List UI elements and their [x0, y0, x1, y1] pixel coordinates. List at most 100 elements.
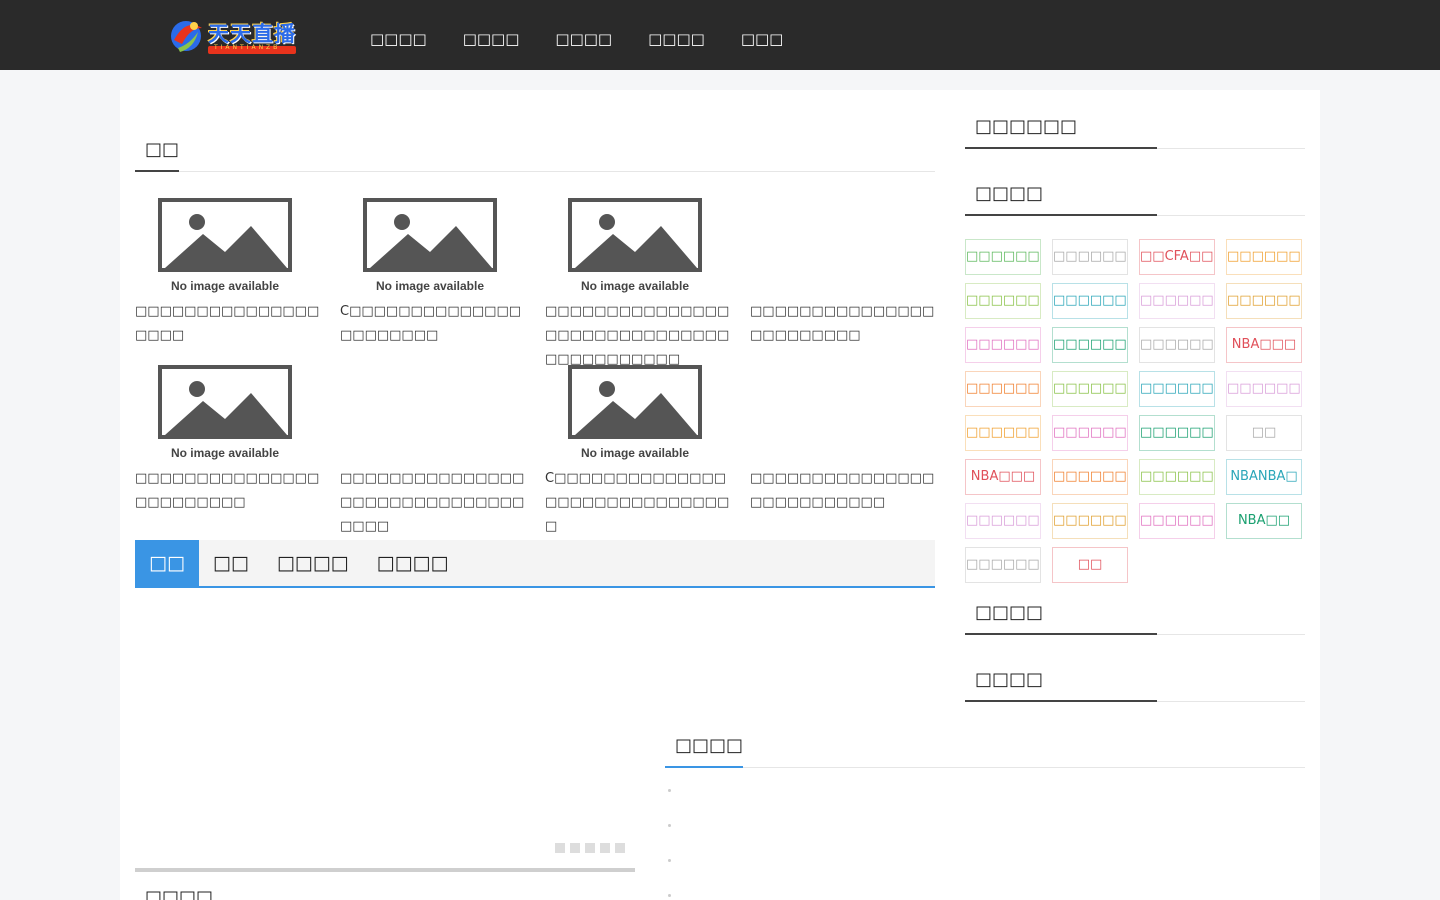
no-image-placeholder-icon[interactable]: No image available	[360, 198, 500, 294]
sidebar-section-title: □□□□	[965, 601, 1157, 635]
main-section-header: □□	[135, 136, 935, 172]
article-card[interactable]: □□□□□□□□□□□□□□□□□□□□□□□□□□□□□□□□□□	[340, 365, 525, 539]
no-image-placeholder-icon[interactable]: No image available	[155, 198, 295, 294]
tag-link[interactable]: □□□□□□□□□	[1139, 327, 1215, 363]
article-title[interactable]: □□□□□□□□□□□□□□□□□□□□□□□□	[135, 467, 320, 515]
tag-link[interactable]: □□□□□□□	[965, 503, 1041, 539]
tag-link[interactable]: □□	[1226, 415, 1302, 451]
tag-link[interactable]: □□□□□□□□□	[1052, 415, 1128, 451]
article-title[interactable]: C□□□□□□□□□□□□□□□□□□□□□□	[340, 300, 525, 348]
article-card[interactable]: □□□□□□□□□□□□□□□□□□□□□□□□□□	[750, 365, 935, 515]
slider-dots	[555, 843, 625, 853]
slider-bar	[135, 868, 635, 872]
slider-dot[interactable]	[570, 843, 580, 853]
sidebar-section-title: □□□□	[965, 182, 1157, 216]
sidebar-section-title: □□□□	[965, 668, 1157, 702]
tag-link[interactable]: □□	[1052, 547, 1128, 583]
nav-item-4[interactable]: □□□□	[630, 0, 723, 70]
article-title[interactable]: □□□□□□□□□□□□□□□□□□□□□□□□□□□□□□□□□□	[340, 467, 525, 539]
nav-item-1[interactable]: □□□□	[352, 0, 445, 70]
image-slider	[135, 600, 635, 872]
tag-link[interactable]: □□□□□□□	[1052, 283, 1128, 319]
category-tabs: □□ □□ □□□□ □□□□	[135, 540, 935, 588]
tab-4[interactable]: □□□□	[363, 540, 463, 586]
tab-2[interactable]: □□	[199, 540, 263, 586]
article-title[interactable]: □□□□□□□□□□□□□□□□□□□□□□□□□□□□□□□□□□□□□□□□…	[545, 300, 730, 372]
image-spacer	[750, 365, 935, 461]
logo-emblem-icon	[171, 21, 202, 52]
sidebar-section-3: □□□□	[965, 596, 1305, 635]
article-card[interactable]: No image available □□□□□□□□□□□□□□□□□□□□□□…	[545, 198, 730, 372]
nav-item-5[interactable]: □□□	[723, 0, 802, 70]
tag-link[interactable]: □□□□□□□□□	[1052, 327, 1128, 363]
list-section-header: □□□□	[665, 732, 1305, 768]
tag-link[interactable]: □□□□□□□□□	[965, 327, 1041, 363]
list-bullet	[668, 859, 671, 862]
sidebar-section-title: □□□□□□	[965, 115, 1157, 149]
tag-link[interactable]: □□□□□□□□□	[1226, 283, 1302, 319]
image-spacer	[750, 198, 935, 294]
site-logo[interactable]: 天天直播 TIANTIANZB	[168, 14, 298, 58]
no-image-placeholder-icon[interactable]: No image available	[565, 365, 705, 461]
tab-3[interactable]: □□□□	[263, 540, 363, 586]
tag-link[interactable]: □□□□□□□	[1052, 503, 1128, 539]
tag-link[interactable]: □□□□□□□□□	[1139, 415, 1215, 451]
list-section-title: □□□□	[665, 734, 744, 768]
logo-subtitle: TIANTIANZB	[214, 44, 281, 51]
no-image-placeholder-icon[interactable]: No image available	[565, 198, 705, 294]
tag-link[interactable]: □□□□□□□	[1052, 371, 1128, 407]
svg-text:No image available: No image available	[171, 446, 279, 460]
nav-item-2[interactable]: □□□□	[445, 0, 538, 70]
svg-text:No image available: No image available	[581, 279, 689, 293]
sidebar-section-4: □□□□	[965, 663, 1305, 702]
article-title[interactable]: C□□□□□□□□□□□□□□□□□□□□□□□□□□□□□□	[545, 467, 730, 539]
top-navbar: 天天直播 TIANTIANZB □□□□ □□□□ □□□□ □□□□ □□□	[0, 0, 1440, 70]
article-card[interactable]: No image available C□□□□□□□□□□□□□□□□□□□□□…	[340, 198, 525, 348]
tag-link[interactable]: □□CFA□□□□	[1139, 239, 1215, 275]
tag-link[interactable]: □□□□□□□□□	[1052, 239, 1128, 275]
sidebar-section-1: □□□□□□	[965, 110, 1305, 149]
tag-link[interactable]: □□□□□□□□□	[1139, 459, 1215, 495]
list-bullet	[668, 894, 671, 897]
tag-link[interactable]: □□□□□□□□□	[1139, 503, 1215, 539]
tag-link[interactable]: □□□□□□□□□	[1139, 371, 1215, 407]
tag-link[interactable]: □□□□□□□□□	[965, 415, 1041, 451]
tag-link[interactable]: NBANBA□	[1226, 459, 1302, 495]
main-nav: □□□□ □□□□ □□□□ □□□□ □□□	[352, 0, 801, 70]
no-image-placeholder-icon[interactable]: No image available	[155, 365, 295, 461]
nav-item-3[interactable]: □□□□	[537, 0, 630, 70]
tag-link[interactable]: NBA□□□	[965, 459, 1041, 495]
svg-text:No image available: No image available	[376, 279, 484, 293]
tag-link[interactable]: □□□□□□□□□	[1226, 371, 1302, 407]
list-bullet	[668, 789, 671, 792]
tag-link[interactable]: □□□□□□□□□	[1139, 283, 1215, 319]
svg-text:No image available: No image available	[581, 446, 689, 460]
bottom-section-title: □□□□	[145, 887, 214, 900]
tag-link[interactable]: NBA□□□	[1226, 327, 1302, 363]
image-spacer	[340, 365, 525, 461]
tag-link[interactable]: □□□□□□□□□	[965, 547, 1041, 583]
slider-dot[interactable]	[615, 843, 625, 853]
article-card[interactable]: No image available □□□□□□□□□□□□□□□□□□□	[135, 198, 320, 348]
list-bullet	[668, 824, 671, 827]
tag-link[interactable]: □□□□□□□	[1226, 239, 1302, 275]
main-section-title: □□	[135, 138, 180, 172]
slider-dot[interactable]	[600, 843, 610, 853]
slider-dot[interactable]	[555, 843, 565, 853]
tag-link[interactable]: NBA□□	[1226, 503, 1302, 539]
logo-strip: TIANTIANZB	[208, 44, 296, 54]
tab-1[interactable]: □□	[135, 540, 199, 586]
article-title[interactable]: □□□□□□□□□□□□□□□□□□□□□□□□	[750, 300, 935, 348]
slider-dot[interactable]	[585, 843, 595, 853]
article-title[interactable]: □□□□□□□□□□□□□□□□□□□□□□□□□□	[750, 467, 935, 515]
sidebar-section-2: □□□□	[965, 177, 1305, 216]
tag-link[interactable]: □□□□□□□□□	[965, 371, 1041, 407]
tag-link[interactable]: □□□□□□□□□	[1052, 459, 1128, 495]
article-title[interactable]: □□□□□□□□□□□□□□□□□□□	[135, 300, 320, 348]
tag-link[interactable]: □□□□□□□□□	[965, 239, 1041, 275]
article-card[interactable]: No image available C□□□□□□□□□□□□□□□□□□□□□…	[545, 365, 730, 539]
svg-text:No image available: No image available	[171, 279, 279, 293]
article-card[interactable]: No image available □□□□□□□□□□□□□□□□□□□□□□…	[135, 365, 320, 515]
article-card[interactable]: □□□□□□□□□□□□□□□□□□□□□□□□	[750, 198, 935, 348]
tag-link[interactable]: □□□□□□□□□	[965, 283, 1041, 319]
